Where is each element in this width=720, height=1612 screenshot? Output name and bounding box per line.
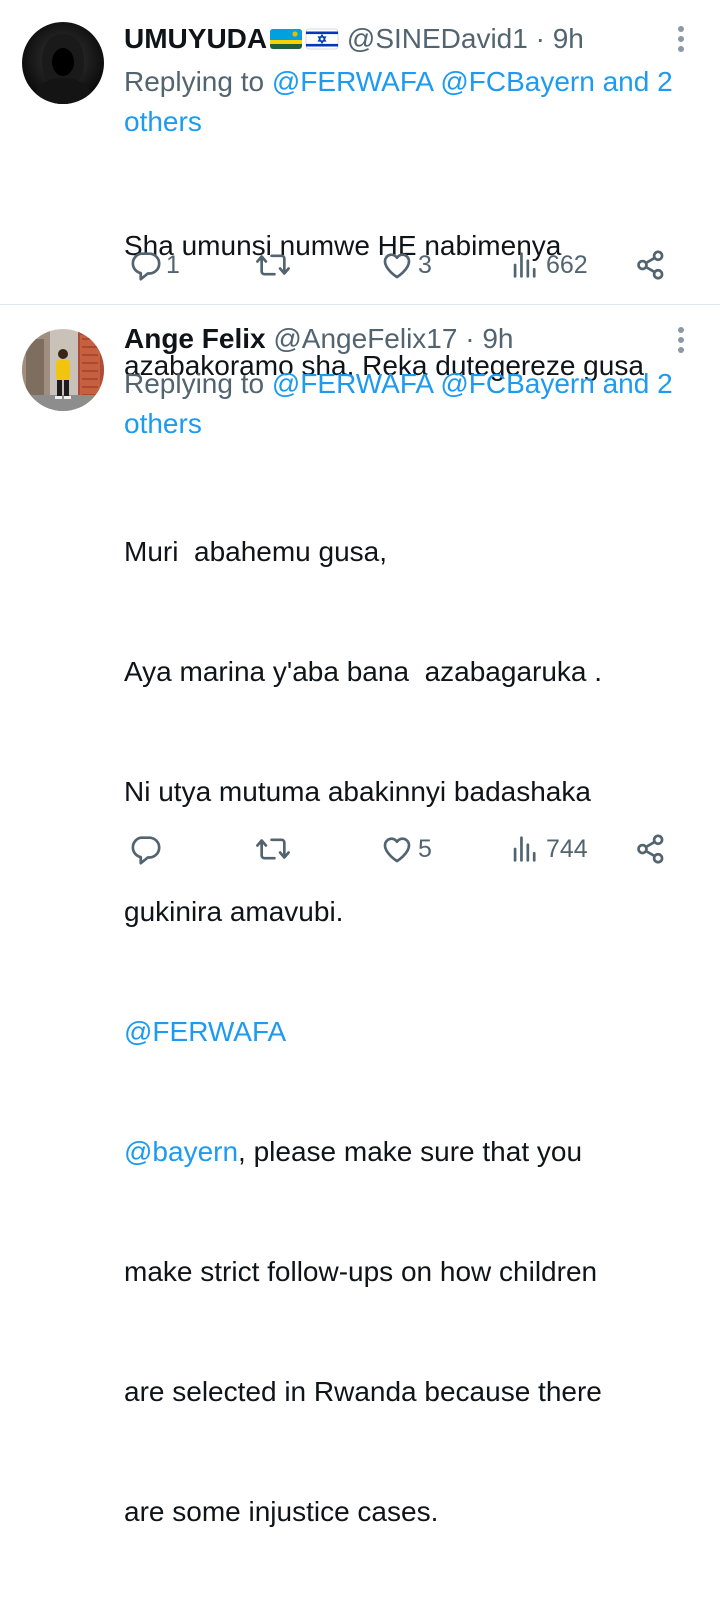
author-name[interactable]: Ange Felix (124, 323, 266, 354)
heart-icon (383, 253, 411, 279)
reply-icon (131, 836, 161, 865)
views-icon (513, 252, 536, 278)
hooded-figure-avatar-image (22, 22, 104, 104)
tweet-text-line: , please make sure that you (238, 1136, 583, 1167)
retweet-icon (256, 838, 290, 860)
views-count: 744 (546, 835, 588, 863)
views-button[interactable]: 744 (508, 829, 588, 869)
tweet-text-line: Ni utya mutuma abakinnyi badashaka (124, 776, 591, 807)
tweet-text-line: Aya marina y'aba bana azabagaruka . (124, 656, 603, 687)
rwanda-flag-icon (269, 25, 303, 49)
tweet[interactable]: Ange Felix @AngeFelix17 · 9h Replying to… (0, 305, 720, 1527)
author-handle[interactable]: @SINEDavid1 (347, 23, 528, 54)
reply-count: 1 (166, 251, 180, 279)
tweet-text-line: are some injustice cases. (124, 1496, 439, 1527)
views-icon (513, 836, 536, 862)
tweet-header: Ange Felix @AngeFelix17 · 9h (124, 322, 660, 356)
heart-icon (383, 837, 411, 863)
more-options-icon[interactable] (676, 26, 686, 56)
more-options-icon[interactable] (676, 327, 686, 357)
tweet[interactable]: UMUYUDA @SINEDavid1 · 9h Replying to @FE… (0, 0, 720, 381)
share-button[interactable] (634, 829, 668, 869)
replying-prefix: Replying to (124, 66, 272, 97)
reply-button[interactable]: 1 (128, 245, 180, 285)
tweet-text-line: Muri abahemu gusa, (124, 536, 388, 567)
action-bar: 1 3 662 (124, 245, 690, 285)
person-photo-avatar-image (22, 329, 104, 411)
share-icon (637, 250, 664, 280)
reply-icon (131, 252, 161, 281)
like-count: 5 (418, 835, 432, 863)
israel-flag-icon (305, 25, 339, 50)
like-button[interactable]: 3 (380, 245, 432, 285)
like-button[interactable]: 5 (380, 829, 432, 869)
separator-dot: · (465, 323, 475, 354)
views-button[interactable]: 662 (508, 245, 588, 285)
timestamp[interactable]: 9h (553, 23, 584, 54)
replying-to: Replying to @FERWAFA @FCBayern and 2 oth… (124, 364, 694, 444)
author-name[interactable]: UMUYUDA (124, 23, 267, 54)
tweet-text-line: make strict follow-ups on how children (124, 1256, 598, 1287)
mention-link[interactable]: @bayern (124, 1136, 238, 1167)
views-count: 662 (546, 251, 588, 279)
timestamp[interactable]: 9h (482, 323, 513, 354)
tweet-text-line: are selected in Rwanda because there (124, 1376, 602, 1407)
reply-button[interactable] (128, 829, 166, 869)
replying-prefix: Replying to (124, 368, 272, 399)
retweet-button[interactable] (254, 245, 296, 285)
mention-link[interactable]: @FERWAFA (124, 1012, 704, 1052)
action-bar: 5 744 (124, 829, 690, 869)
tweet-text-line: gukinira amavubi. (124, 896, 344, 927)
retweet-button[interactable] (254, 829, 296, 869)
share-icon (637, 834, 664, 864)
tweet-header: UMUYUDA @SINEDavid1 · 9h (124, 22, 660, 56)
share-button[interactable] (634, 245, 668, 285)
author-handle[interactable]: @AngeFelix17 (273, 323, 457, 354)
retweet-icon (256, 254, 290, 276)
avatar[interactable] (22, 329, 104, 411)
replying-to: Replying to @FERWAFA @FCBayern and 2 oth… (124, 62, 694, 142)
like-count: 3 (418, 251, 432, 279)
separator-dot: · (535, 23, 545, 54)
tweet-text: Muri abahemu gusa, Aya marina y'aba bana… (124, 452, 704, 1612)
avatar[interactable] (22, 22, 104, 104)
